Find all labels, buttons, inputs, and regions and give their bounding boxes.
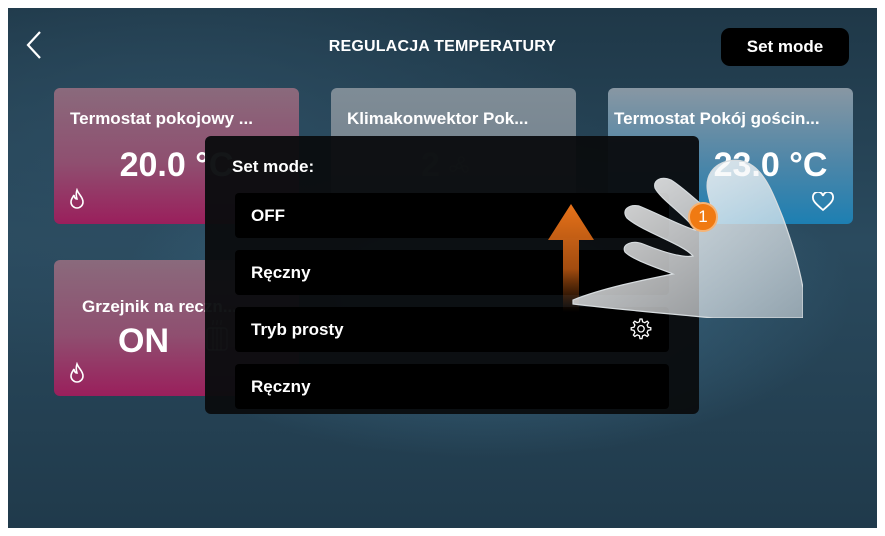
step-number-badge: 1 [688,202,718,232]
card-title: Termostat pokojowy ... [70,109,253,128]
mode-option-label: OFF [251,205,285,225]
mode-option-label: Ręczny [251,376,311,396]
mode-option-label: Tryb prosty [251,319,344,339]
heart-icon[interactable] [811,192,835,212]
thermostat-screen: REGULACJA TEMPERATURY Set mode Termostat… [8,8,877,528]
panel-title: Set mode: [232,157,315,176]
gear-icon[interactable] [629,317,653,341]
card-state: ON [118,322,169,360]
hand-pointer-icon [572,159,803,318]
set-mode-button[interactable]: Set mode [721,28,849,66]
card-title: Klimakonwektor Pok... [347,109,529,128]
mode-option-manual-2[interactable]: Ręczny [235,364,669,409]
mode-option-label: Ręczny [251,262,311,282]
card-title: Termostat Pokój gościn... [614,109,820,128]
flame-icon [70,188,84,209]
flame-icon [70,362,84,383]
